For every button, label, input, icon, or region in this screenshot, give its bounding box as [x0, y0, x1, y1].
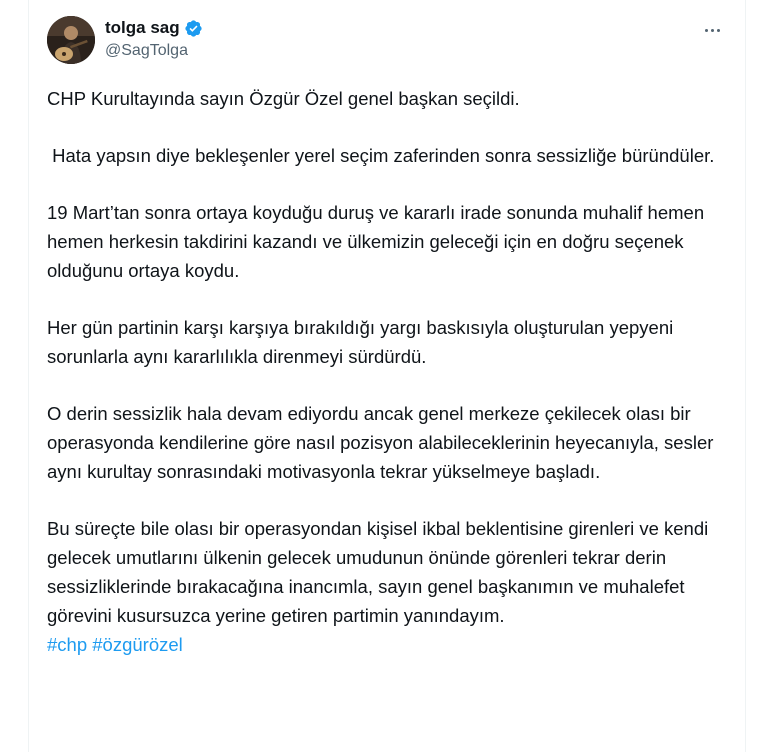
hashtag-row: #chp #özgürözel — [47, 630, 737, 659]
tweet-paragraph: Her gün partinin karşı karşıya bırakıldı… — [47, 317, 679, 367]
tweet-header: tolga sag @SagTolga — [47, 16, 727, 66]
tweet-paragraph: CHP Kurultayında sayın Özgür Özel genel … — [47, 88, 520, 109]
author-names: tolga sag @SagTolga — [105, 18, 203, 62]
more-horizontal-icon-dot — [716, 28, 720, 32]
display-name-row: tolga sag — [105, 18, 203, 38]
more-horizontal-icon-dot — [710, 28, 714, 32]
more-options-button[interactable] — [697, 18, 727, 42]
tweet-paragraph: 19 Mart’tan sonra ortaya koyduğu duruş v… — [47, 202, 710, 281]
verified-badge-icon — [184, 19, 203, 38]
more-horizontal-icon — [704, 28, 708, 32]
display-name[interactable]: tolga sag — [105, 18, 180, 38]
hashtag-link[interactable]: #chp — [47, 634, 87, 655]
author-handle[interactable]: @SagTolga — [105, 40, 203, 62]
avatar[interactable] — [47, 16, 95, 64]
tweet-paragraph: Bu süreçte bile olası bir operasyondan k… — [47, 518, 714, 626]
tweet-paragraph: Hata yapsın diye bekleşenler yerel seçim… — [47, 145, 715, 166]
avatar-photo — [47, 16, 95, 64]
hashtag-link[interactable]: #özgürözel — [92, 634, 183, 655]
tweet-paragraph: O derin sessizlik hala devam ediyordu an… — [47, 403, 719, 482]
tweet-card: tolga sag @SagTolga CHP Kurultayında say… — [28, 0, 746, 752]
tweet-text: CHP Kurultayında sayın Özgür Özel genel … — [47, 84, 737, 659]
